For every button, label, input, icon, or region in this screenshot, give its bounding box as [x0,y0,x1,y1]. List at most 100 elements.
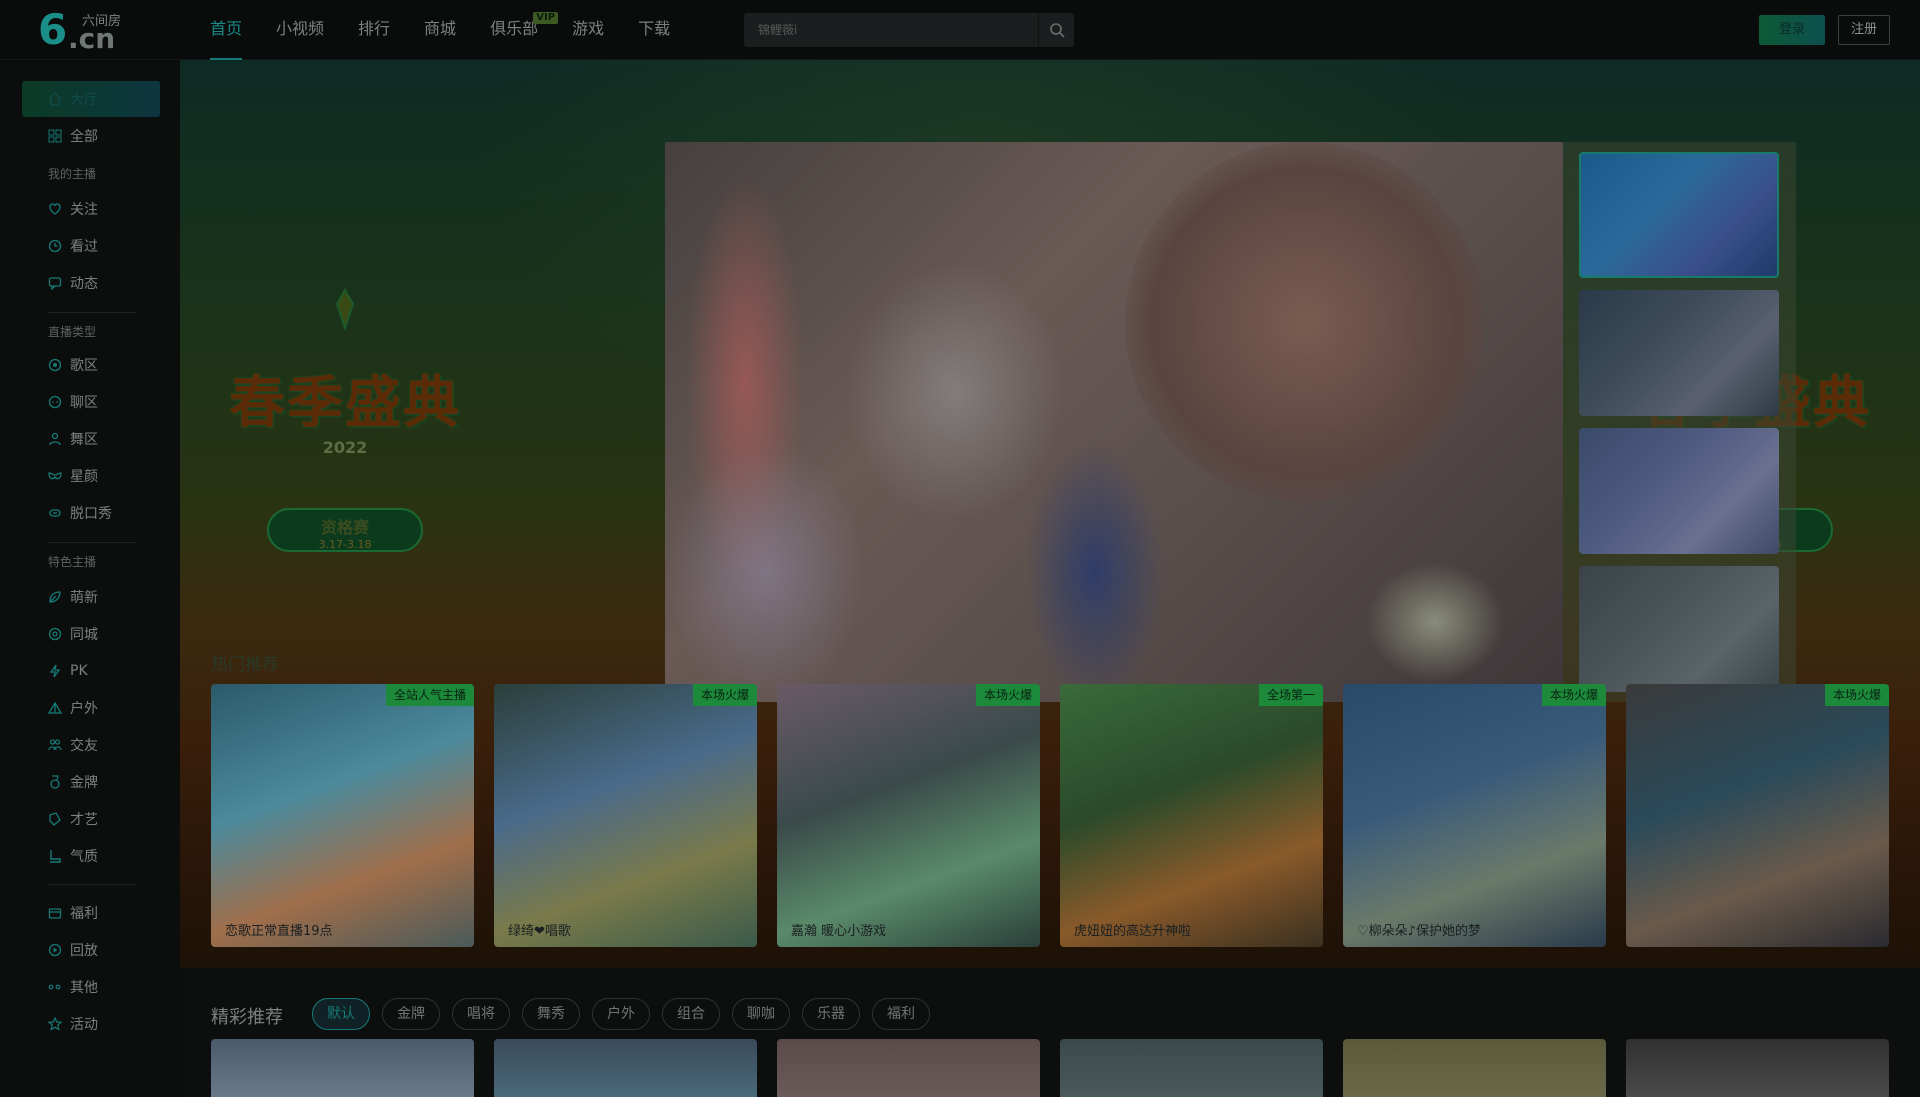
filter-singer[interactable]: 唱将 [452,998,510,1030]
featured-thumbnail[interactable] [1579,428,1779,554]
sidebar-item-label: 活动 [70,1017,98,1033]
message-icon [48,277,62,290]
sidebar: 大厅 全部 我的主播 关注 看过 动态 直播类型 歌区 聊区 舞区 星颜 脱口秀… [0,60,180,1097]
nav-item-shop[interactable]: 商城 [424,0,456,60]
sidebar-item-events[interactable]: 活动 [22,1006,160,1042]
sidebar-item-gold[interactable]: 金牌 [22,764,160,800]
filter-instrument[interactable]: 乐器 [802,998,860,1030]
recommend-room-card[interactable] [777,1039,1040,1097]
search-box [744,13,1074,47]
login-button[interactable]: 登录 [1759,15,1825,45]
sidebar-item-local[interactable]: 同城 [22,616,160,652]
filter-default[interactable]: 默认 [312,998,370,1030]
room-tag: 全站人气主播 [385,684,474,706]
room-caption: 恋歌正常直播19点 [225,924,333,939]
live-room-card[interactable]: 全站人气主播 恋歌正常直播19点 [211,684,474,947]
sidebar-item-feed[interactable]: 动态 [22,265,160,301]
medal-icon [50,775,60,789]
recommend-room-card[interactable] [1626,1039,1889,1097]
sidebar-item-all[interactable]: 全部 [22,118,160,154]
chat-icon [48,395,62,409]
sidebar-item-pk[interactable]: PK [22,653,160,689]
sidebar-item-label: 福利 [70,906,98,922]
filter-dance[interactable]: 舞秀 [522,998,580,1030]
filter-outdoor[interactable]: 户外 [592,998,650,1030]
sidebar-group-feature: 特色主播 [48,555,97,569]
sidebar-item-label: 同城 [70,627,98,643]
featured-thumbnails [1563,142,1796,702]
filter-welfare[interactable]: 福利 [872,998,930,1030]
nav-item-home[interactable]: 首页 [210,0,243,60]
sidebar-item-song[interactable]: 歌区 [22,347,160,383]
sidebar-group-my: 我的主播 [48,167,97,181]
featured-thumbnail[interactable] [1579,152,1779,278]
live-room-card[interactable]: 本场火爆 嘉瀚 暖心小游戏 [777,684,1040,947]
dance-icon [49,432,61,446]
music-icon [48,358,62,372]
room-tag: 本场火爆 [1541,684,1606,706]
live-room-card[interactable]: 本场火爆 ♡柳朵朵♪保护她的梦 [1343,684,1606,947]
dots-icon [48,984,61,990]
search-button[interactable] [1038,13,1074,47]
sidebar-item-label: 金牌 [70,775,98,791]
hot-section-title: 热门推荐 [211,655,279,675]
filter-gold[interactable]: 金牌 [382,998,440,1030]
sidebar-item-label: 关注 [70,202,98,218]
room-tag: 本场火爆 [692,684,757,706]
sidebar-item-other[interactable]: 其他 [22,969,160,1005]
site-logo[interactable]: 6 六间房 .cn [38,8,138,56]
nav-item-ranking[interactable]: 排行 [358,0,390,60]
event-promo-left[interactable]: 春季盛典 2022 资格赛 3.17-3.18 [205,288,485,578]
search-input[interactable] [744,13,1038,47]
sidebar-item-star[interactable]: 星颜 [22,458,160,494]
live-room-card[interactable]: 本场火爆 [1626,684,1889,947]
filter-chat[interactable]: 聊咖 [732,998,790,1030]
sidebar-divider [48,312,136,313]
sidebar-item-history[interactable]: 看过 [22,228,160,264]
nav-item-short-video[interactable]: 小视频 [276,0,324,60]
room-tag: 全场第一 [1258,684,1323,706]
mountain-icon [48,701,62,714]
room-caption: 虎妞妞的高达升神啦 [1074,924,1192,939]
sidebar-item-welfare[interactable]: 福利 [22,895,160,931]
sidebar-group-type: 直播类型 [48,325,97,339]
room-tag: 本场火爆 [1824,684,1889,706]
filter-group[interactable]: 组合 [662,998,720,1030]
recommend-room-card[interactable] [1343,1039,1606,1097]
live-video-player[interactable] [665,142,1563,702]
sidebar-item-follow[interactable]: 关注 [22,191,160,227]
nav-item-download[interactable]: 下载 [638,0,670,60]
sidebar-item-label: 聊区 [70,395,98,411]
sidebar-item-dating[interactable]: 交友 [22,727,160,763]
bolt-icon [49,664,61,678]
event-dates: 3.17-3.18 [318,538,372,551]
sidebar-item-dance[interactable]: 舞区 [22,421,160,457]
register-button[interactable]: 注册 [1838,15,1890,45]
featured-thumbnail[interactable] [1579,566,1779,692]
location-icon [48,627,62,641]
recommend-room-card[interactable] [1060,1039,1323,1097]
sidebar-item-replay[interactable]: 回放 [22,932,160,968]
room-caption: 嘉瀚 暖心小游戏 [791,924,887,939]
featured-thumbnail[interactable] [1579,290,1779,416]
people-icon [48,739,62,751]
recommend-room-card[interactable] [211,1039,474,1097]
sidebar-item-chat[interactable]: 聊区 [22,384,160,420]
recommend-filters: 默认 金牌 唱将 舞秀 户外 组合 聊咖 乐器 福利 [312,998,942,1030]
nav-item-games[interactable]: 游戏 [572,0,604,60]
sidebar-item-hall[interactable]: 大厅 [22,81,160,117]
sidebar-item-label: 大厅 [70,92,98,108]
sidebar-item-outdoor[interactable]: 户外 [22,690,160,726]
nav-item-club[interactable]: 俱乐部 VIP [490,0,559,60]
sidebar-item-label: 萌新 [70,590,98,606]
sidebar-item-temperament[interactable]: 气质 [22,838,160,874]
sidebar-item-talkshow[interactable]: 脱口秀 [22,495,160,531]
video-frame [1025,442,1165,702]
main-nav: 首页 小视频 排行 商城 俱乐部 VIP 游戏 下载 [210,0,704,60]
sidebar-item-talent[interactable]: 才艺 [22,801,160,837]
live-room-card[interactable]: 全场第一 虎妞妞的高达升神啦 [1060,684,1323,947]
sidebar-divider [48,884,136,885]
sidebar-item-newbie[interactable]: 萌新 [22,579,160,615]
live-room-card[interactable]: 本场火爆 绿绮❤唱歌 [494,684,757,947]
recommend-room-card[interactable] [494,1039,757,1097]
